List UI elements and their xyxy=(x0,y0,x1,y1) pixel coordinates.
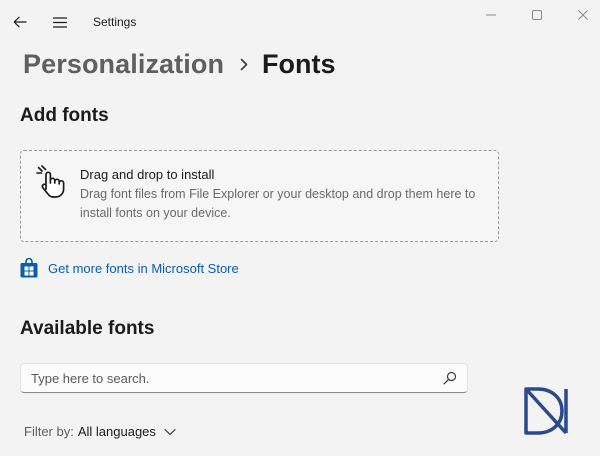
back-arrow-icon xyxy=(13,16,27,28)
available-fonts-heading: Available fonts xyxy=(20,318,155,339)
filter-label: Filter by: xyxy=(24,424,74,439)
maximize-button[interactable] xyxy=(514,0,560,30)
navigation-menu-button[interactable] xyxy=(46,8,74,36)
minimize-button[interactable] xyxy=(468,0,514,30)
breadcrumb: Personalization Fonts xyxy=(23,44,336,84)
hand-pointer-icon xyxy=(36,165,65,198)
font-drop-zone[interactable]: Drag and drop to install Drag font files… xyxy=(20,150,499,242)
brand-logo-icon xyxy=(524,387,568,435)
chevron-right-icon xyxy=(240,58,248,70)
page-title: Fonts xyxy=(262,48,336,79)
font-search-box[interactable] xyxy=(20,363,468,393)
language-filter[interactable]: Filter by: All languages xyxy=(24,424,176,439)
title-bar: Settings xyxy=(0,0,600,44)
chevron-down-icon[interactable] xyxy=(164,428,176,436)
close-button[interactable] xyxy=(560,0,600,30)
minimize-icon xyxy=(486,14,496,16)
back-button[interactable] xyxy=(6,8,34,36)
app-title: Settings xyxy=(93,15,137,29)
search-icon[interactable] xyxy=(443,371,457,385)
microsoft-store-icon xyxy=(20,258,38,278)
font-search-input[interactable] xyxy=(21,370,443,386)
microsoft-store-link-label: Get more fonts in Microsoft Store xyxy=(48,260,239,276)
add-fonts-heading: Add fonts xyxy=(20,105,109,126)
breadcrumb-parent-link[interactable]: Personalization xyxy=(23,49,224,80)
hamburger-menu-icon xyxy=(53,16,67,28)
close-icon xyxy=(578,10,588,20)
settings-window: Settings Personalization Fonts Add fonts xyxy=(0,0,600,456)
filter-selected-value[interactable]: All languages xyxy=(78,424,156,439)
drop-zone-heading: Drag and drop to install xyxy=(80,167,215,182)
microsoft-store-link[interactable]: Get more fonts in Microsoft Store xyxy=(20,258,239,278)
drop-zone-description: Drag font files from File Explorer or yo… xyxy=(80,187,476,220)
maximize-icon xyxy=(532,10,542,20)
breadcrumb-separator xyxy=(240,58,248,71)
